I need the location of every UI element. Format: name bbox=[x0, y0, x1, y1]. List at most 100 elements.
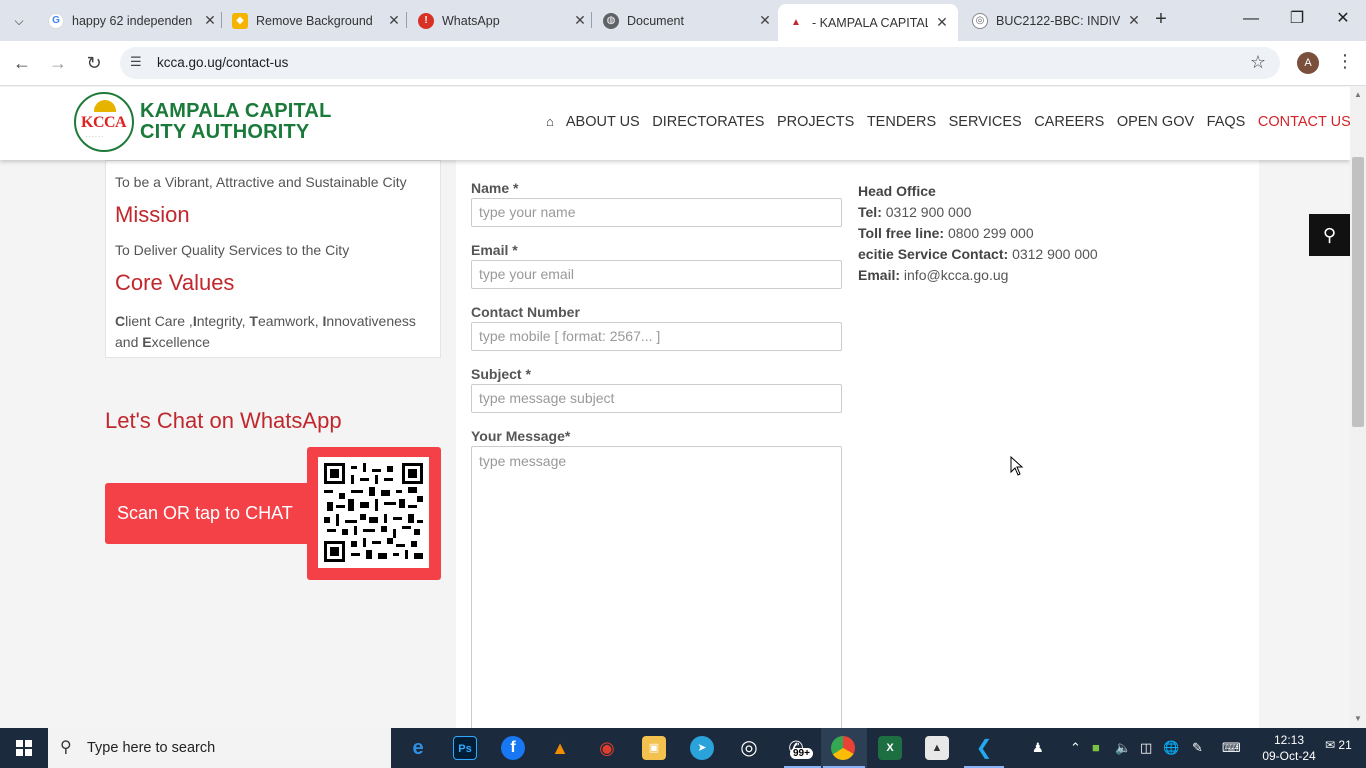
tab-divider bbox=[406, 12, 407, 28]
url-text[interactable]: kcca.go.ug/contact-us bbox=[157, 55, 288, 70]
new-tab-button[interactable]: + bbox=[1150, 8, 1172, 30]
nav-careers[interactable]: CAREERS bbox=[1034, 114, 1104, 130]
start-button[interactable] bbox=[0, 728, 48, 768]
removebg-icon: ◆ bbox=[232, 12, 248, 29]
close-icon[interactable]: ✕ bbox=[202, 12, 218, 29]
close-icon[interactable]: ✕ bbox=[1126, 12, 1142, 29]
photoshop-icon[interactable]: Ps bbox=[453, 736, 477, 760]
excel-icon[interactable]: X bbox=[878, 736, 902, 760]
core-word: xcellence bbox=[151, 334, 210, 350]
scroll-up-icon[interactable]: ▲ bbox=[1354, 90, 1362, 99]
file-explorer-icon[interactable]: ▣ bbox=[642, 736, 666, 760]
page-scrollbar[interactable]: ▲ ▼ bbox=[1350, 87, 1366, 728]
profile-avatar[interactable]: A bbox=[1297, 52, 1319, 74]
telegram-icon[interactable]: ➤ bbox=[690, 736, 714, 760]
tab-5-active[interactable]: ▲ - KAMPALA CAPITAL ✕ bbox=[778, 4, 958, 41]
scroll-down-icon[interactable]: ▼ bbox=[1354, 714, 1362, 723]
kcca-logo[interactable]: KCCA · · · · · · bbox=[74, 92, 134, 152]
globe-icon: ◍ bbox=[603, 12, 619, 29]
volume-icon[interactable]: 🔈 bbox=[1115, 740, 1131, 756]
tab-1[interactable]: G happy 62 independen ✕ bbox=[42, 6, 218, 35]
menu-kebab-icon[interactable]: ⋮ bbox=[1336, 51, 1354, 72]
edge-icon[interactable]: e bbox=[406, 736, 430, 760]
app-circle-icon[interactable]: ◎ bbox=[737, 736, 761, 760]
nav-projects[interactable]: PROJECTS bbox=[777, 114, 854, 130]
nav-about-us[interactable]: ABOUT US bbox=[566, 114, 640, 130]
search-icon[interactable]: ⚲ bbox=[1309, 214, 1350, 256]
nav-tenders[interactable]: TENDERS bbox=[867, 114, 936, 130]
address-bar[interactable]: ☰ kcca.go.ug/contact-us ☆ bbox=[120, 47, 1280, 79]
contact-number-input[interactable]: type mobile [ format: 2567... ] bbox=[471, 322, 842, 351]
nav-contact-us[interactable]: CONTACT US bbox=[1258, 114, 1350, 130]
battery-icon[interactable]: ◫ bbox=[1140, 740, 1152, 756]
restore-button[interactable]: ❐ bbox=[1286, 8, 1308, 30]
notifications-icon[interactable]: ✉ 21 bbox=[1325, 738, 1352, 752]
ecitie-value[interactable]: 0312 900 000 bbox=[1012, 246, 1098, 262]
forward-button[interactable]: → bbox=[46, 51, 70, 75]
tab-strip: ⌵ G happy 62 independen ✕ ◆ Remove Backg… bbox=[0, 0, 1366, 41]
chrome-icon[interactable] bbox=[831, 736, 855, 760]
core-values-heading: Core Values bbox=[115, 270, 235, 295]
subject-input[interactable]: type message subject bbox=[471, 384, 842, 413]
logo-abbr: KCCA bbox=[81, 114, 127, 131]
site-info-icon[interactable]: ☰ bbox=[130, 54, 142, 70]
tollfree-line: Toll free line: 0800 299 000 bbox=[858, 225, 1034, 241]
taskbar-clock[interactable]: 12:13 09-Oct-24 bbox=[1260, 732, 1318, 764]
site-name[interactable]: KAMPALA CAPITAL CITY AUTHORITY bbox=[140, 101, 332, 143]
name-input[interactable]: type your name bbox=[471, 198, 842, 227]
nav-services[interactable]: SERVICES bbox=[949, 114, 1022, 130]
minimize-button[interactable]: — bbox=[1240, 8, 1262, 30]
close-icon[interactable]: ✕ bbox=[757, 12, 773, 29]
qr-code-icon bbox=[318, 457, 429, 568]
tollfree-value[interactable]: 0800 299 000 bbox=[948, 225, 1034, 241]
back-button[interactable]: ← bbox=[10, 51, 34, 75]
core-initial: C bbox=[115, 313, 126, 329]
tray-chevron-icon[interactable]: ⌃ bbox=[1070, 740, 1081, 756]
home-icon[interactable]: ⌂ bbox=[546, 114, 554, 130]
pen-icon[interactable]: ✎ bbox=[1192, 740, 1203, 756]
core-initial: T bbox=[249, 313, 258, 329]
vscode-icon[interactable]: ❮ bbox=[972, 736, 996, 760]
email-input[interactable]: type your email bbox=[471, 260, 842, 289]
tab-search-button[interactable]: ⌵ bbox=[6, 8, 32, 34]
scroll-thumb[interactable] bbox=[1352, 157, 1364, 427]
email-value[interactable]: info@kcca.go.ug bbox=[904, 267, 1009, 283]
tab-title: Remove Background bbox=[256, 13, 373, 28]
nav-faqs[interactable]: FAQS bbox=[1207, 114, 1246, 130]
reload-button[interactable]: ↻ bbox=[82, 51, 106, 75]
photos-icon[interactable]: ▲ bbox=[925, 736, 949, 760]
tab-title: BUC2122-BBC: INDIV bbox=[996, 13, 1120, 28]
nav-directorates[interactable]: DIRECTORATES bbox=[652, 114, 764, 130]
nvidia-icon[interactable]: ■ bbox=[1092, 740, 1100, 755]
moodle-icon: ◎ bbox=[972, 12, 988, 29]
tab-2[interactable]: ◆ Remove Background ✕ bbox=[226, 6, 402, 35]
subject-label: Subject * bbox=[471, 366, 531, 382]
bookmark-star-icon[interactable]: ☆ bbox=[1250, 52, 1266, 73]
tab-3[interactable]: ! WhatsApp ✕ bbox=[412, 6, 588, 35]
taskbar-search-box[interactable]: ⚲ Type here to search bbox=[48, 728, 391, 768]
whatsapp-qr-box[interactable] bbox=[299, 447, 441, 580]
window-close-button[interactable]: ✕ bbox=[1332, 8, 1354, 30]
keyboard-icon[interactable]: ⌨ bbox=[1222, 740, 1241, 756]
tab-4[interactable]: ◍ Document ✕ bbox=[597, 6, 773, 35]
qr-notch bbox=[299, 503, 309, 523]
close-icon[interactable]: ✕ bbox=[572, 12, 588, 29]
browser-toolbar: ← → ↻ ☰ kcca.go.ug/contact-us ☆ A ⋮ bbox=[0, 41, 1366, 86]
nav-open-gov[interactable]: OPEN GOV bbox=[1117, 114, 1194, 130]
alert-icon: ! bbox=[418, 12, 434, 29]
close-icon[interactable]: ✕ bbox=[934, 14, 950, 31]
contact-details: Head Office Tel: 0312 900 000 Toll free … bbox=[858, 181, 1098, 286]
network-icon[interactable]: 🌐 bbox=[1163, 740, 1179, 756]
facebook-icon[interactable]: f bbox=[501, 736, 525, 760]
record-icon[interactable]: ◉ bbox=[595, 736, 619, 760]
vlc-icon[interactable]: ▲ bbox=[548, 736, 572, 760]
whatsapp-chat-button[interactable]: Scan OR tap to CHAT bbox=[105, 483, 320, 544]
message-textarea[interactable]: type message bbox=[471, 446, 842, 728]
tel-value[interactable]: 0312 900 000 bbox=[886, 204, 972, 220]
windows-taskbar: ⚲ Type here to search e Ps f ▲ ◉ ▣ ➤ ◎ ✆… bbox=[0, 728, 1366, 768]
whatsapp-heading: Let's Chat on WhatsApp bbox=[105, 408, 342, 433]
taskbar-search-placeholder: Type here to search bbox=[87, 740, 216, 756]
tab-6[interactable]: ◎ BUC2122-BBC: INDIV ✕ bbox=[966, 6, 1142, 35]
people-icon[interactable]: ♟ bbox=[1032, 740, 1044, 756]
close-icon[interactable]: ✕ bbox=[386, 12, 402, 29]
